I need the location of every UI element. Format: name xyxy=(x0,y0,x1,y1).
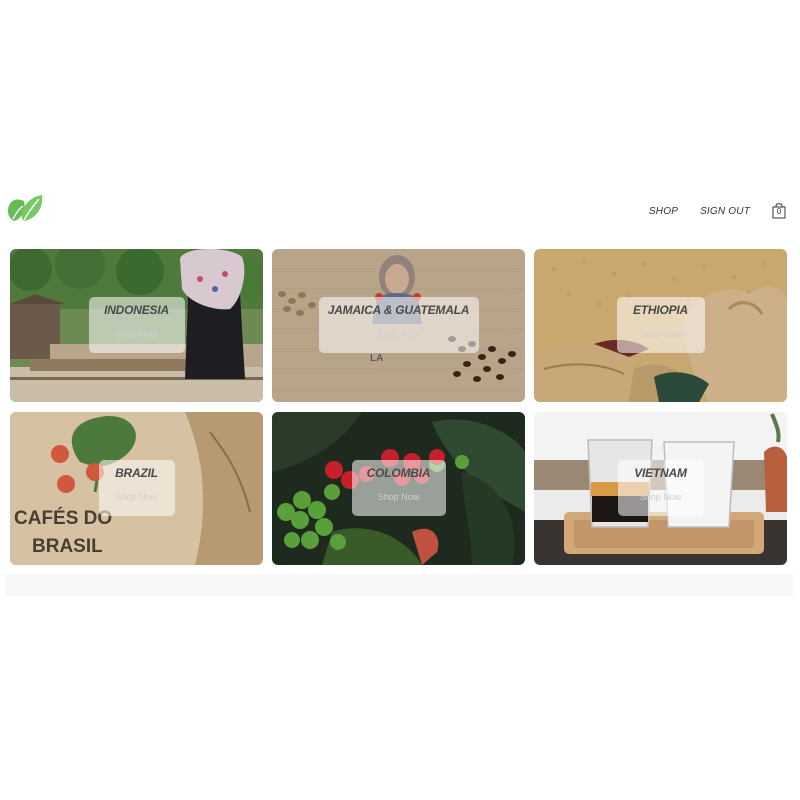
region-label-box: COLOMBIA Shop Now xyxy=(351,460,446,516)
nav-links: SHOP SIGN OUT 0 xyxy=(649,203,786,219)
sack-stamp-text: LA xyxy=(370,353,383,364)
region-card-jamaica-guatemala[interactable]: LA JAMAICA & GUATEMALA Shop Now xyxy=(272,249,525,402)
region-label-box: INDONESIA Shop Now xyxy=(88,297,185,353)
navbar: SHOP SIGN OUT 0 xyxy=(0,185,800,235)
shop-now-link[interactable]: Shop Now xyxy=(116,492,158,502)
sack-text-line2: BRASIL xyxy=(32,536,103,557)
nav-signout-link[interactable]: SIGN OUT xyxy=(700,206,750,217)
region-title: ETHIOPIA xyxy=(632,303,689,317)
cart-count: 0 xyxy=(776,207,782,216)
region-card-colombia[interactable]: COLOMBIA Shop Now xyxy=(272,412,525,565)
region-title: JAMAICA & GUATEMALA xyxy=(327,303,470,317)
region-label-box: BRAZIL Shop Now xyxy=(98,460,175,516)
region-grid: INDONESIA Shop Now LA JAMAICA & GUATEMAL… xyxy=(10,249,788,565)
page: SHOP SIGN OUT 0 INDONESIA Shop Now LA JA… xyxy=(0,0,800,800)
nav-shop-link[interactable]: SHOP xyxy=(649,206,678,217)
region-title: VIETNAM xyxy=(634,466,687,480)
shop-now-link[interactable]: Shop Now xyxy=(378,329,420,339)
leaf-logo-icon[interactable] xyxy=(4,189,46,231)
shopping-bag-icon[interactable]: 0 xyxy=(772,203,786,219)
region-label-box: JAMAICA & GUATEMALA Shop Now xyxy=(318,297,479,353)
region-title: COLOMBIA xyxy=(366,466,431,480)
region-title: BRAZIL xyxy=(115,466,158,480)
footer-strip xyxy=(5,574,793,596)
region-title: INDONESIA xyxy=(104,303,169,317)
shop-now-link[interactable]: Shop Now xyxy=(116,329,158,339)
shop-now-link[interactable]: Shop Now xyxy=(640,329,682,339)
region-card-brazil[interactable]: CAFÉS DO BRASIL BRAZIL Shop Now xyxy=(10,412,263,565)
region-card-ethiopia[interactable]: ETHIOPIA Shop Now xyxy=(534,249,787,402)
shop-now-link[interactable]: Shop Now xyxy=(378,492,420,502)
sack-text-line1: CAFÉS DO xyxy=(14,507,112,529)
region-card-indonesia[interactable]: INDONESIA Shop Now xyxy=(10,249,263,402)
shop-now-link[interactable]: Shop Now xyxy=(640,492,682,502)
region-label-box: ETHIOPIA Shop Now xyxy=(616,297,705,353)
region-card-vietnam[interactable]: VIETNAM Shop Now xyxy=(534,412,787,565)
region-label-box: VIETNAM Shop Now xyxy=(617,460,704,516)
